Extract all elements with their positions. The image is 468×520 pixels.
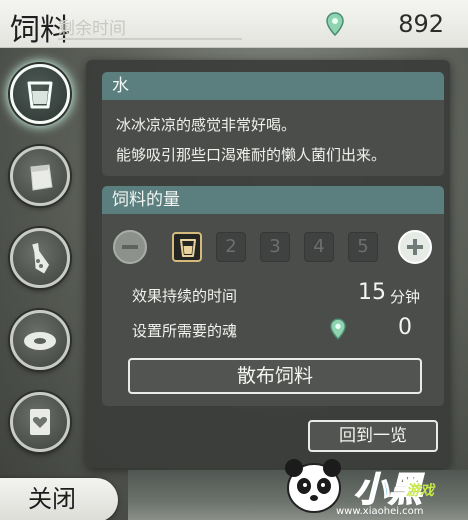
souls-value: 0 bbox=[398, 315, 412, 340]
disc-icon bbox=[24, 332, 56, 350]
amount-section-title: 饲料的量 bbox=[102, 186, 444, 214]
top-bar: 饲料 剩余时间 892 bbox=[0, 0, 468, 48]
cup-icon bbox=[180, 239, 196, 257]
spread-feed-button[interactable]: 散布饲料 bbox=[128, 358, 422, 394]
duration-unit: 分钟 bbox=[390, 288, 421, 306]
tab-card[interactable] bbox=[10, 392, 70, 452]
watermark-sub: 游戏 bbox=[406, 483, 434, 499]
heart-card-icon bbox=[30, 409, 50, 435]
increase-button[interactable] bbox=[398, 230, 432, 264]
tab-disc[interactable] bbox=[10, 310, 70, 370]
pin-icon bbox=[330, 318, 346, 340]
divider bbox=[58, 38, 242, 40]
description-line: 冰冰凉凉的感觉非常好喝。 bbox=[116, 116, 297, 134]
tab-feed-bag[interactable] bbox=[10, 146, 70, 206]
description-line: 能够吸引那些口渴难耐的懒人菌们出来。 bbox=[116, 146, 387, 164]
decrease-button[interactable] bbox=[113, 230, 147, 264]
amount-step-3[interactable]: 3 bbox=[260, 232, 290, 262]
tab-water[interactable] bbox=[10, 64, 70, 124]
item-name: 水 bbox=[102, 72, 444, 100]
currency-value: 892 bbox=[398, 10, 444, 38]
remaining-time-label: 剩余时间 bbox=[58, 19, 126, 39]
bottle-icon bbox=[32, 242, 50, 274]
watermark-url: www.xiaohei.com bbox=[336, 506, 424, 517]
duration-value: 15 bbox=[358, 280, 386, 305]
tab-bottle[interactable] bbox=[10, 228, 70, 288]
feed-bag-icon bbox=[30, 164, 53, 191]
amount-step-1[interactable] bbox=[172, 232, 202, 262]
amount-step-4[interactable]: 4 bbox=[304, 232, 334, 262]
cup-icon bbox=[27, 81, 53, 109]
souls-label: 设置所需要的魂 bbox=[132, 322, 238, 340]
amount-step-5[interactable]: 5 bbox=[348, 232, 378, 262]
amount-step-2[interactable]: 2 bbox=[216, 232, 246, 262]
duration-label: 效果持续的时间 bbox=[132, 287, 238, 305]
close-button[interactable]: 关闭 bbox=[0, 478, 118, 520]
pin-icon bbox=[326, 12, 344, 36]
